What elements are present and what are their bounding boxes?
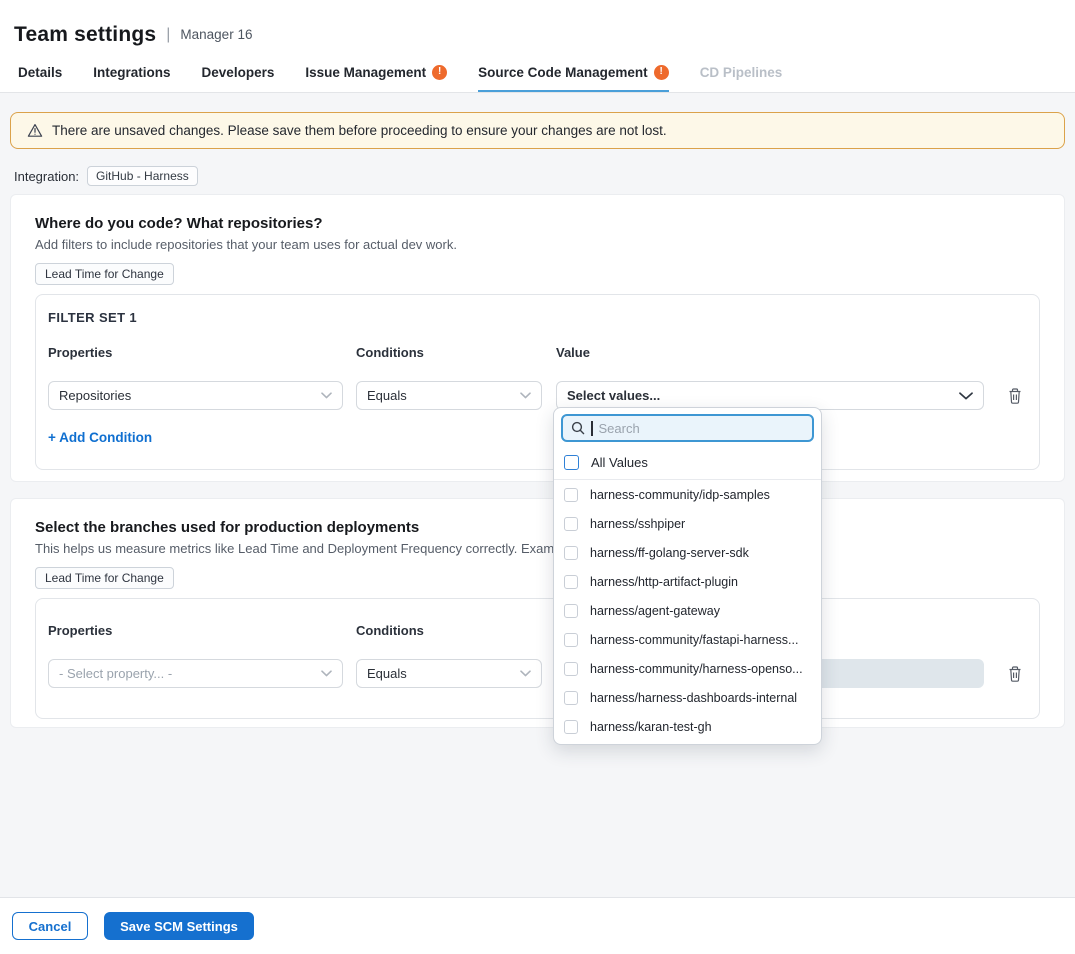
select-all-label: All Values bbox=[591, 455, 648, 470]
tab-label: Issue Management bbox=[305, 65, 426, 80]
checkbox[interactable] bbox=[564, 575, 578, 589]
tab-label: Developers bbox=[202, 65, 275, 80]
tab-issue-management[interactable]: Issue Management ! bbox=[305, 55, 447, 92]
tab-label: CD Pipelines bbox=[700, 65, 783, 80]
lead-time-chip: Lead Time for Change bbox=[35, 567, 174, 589]
tab-bar: Details Integrations Developers Issue Ma… bbox=[0, 55, 1075, 93]
properties-select-placeholder: - Select property... - bbox=[59, 666, 172, 681]
dropdown-option[interactable]: harness/sshpiper bbox=[554, 509, 821, 538]
conditions-select-value: Equals bbox=[367, 388, 407, 403]
properties-select[interactable]: Repositories bbox=[48, 381, 343, 410]
save-scm-settings-button[interactable]: Save SCM Settings bbox=[104, 912, 254, 940]
banner-text: There are unsaved changes. Please save t… bbox=[52, 123, 667, 138]
conditions-select[interactable]: Equals bbox=[356, 659, 542, 688]
warning-badge-icon: ! bbox=[654, 65, 669, 80]
properties-select-value: Repositories bbox=[59, 388, 131, 403]
title-separator: | bbox=[166, 26, 170, 44]
dropdown-option[interactable]: harness/ff-golang-server-sdk bbox=[554, 538, 821, 567]
properties-label: Properties bbox=[48, 345, 343, 360]
value-multiselect[interactable]: Select values... bbox=[556, 381, 984, 410]
checkbox[interactable] bbox=[564, 488, 578, 502]
tab-integrations[interactable]: Integrations bbox=[93, 55, 170, 92]
chevron-down-icon bbox=[520, 670, 531, 677]
add-condition-button[interactable]: + Add Condition bbox=[48, 430, 152, 445]
search-placeholder: Search bbox=[599, 421, 640, 436]
dropdown-option[interactable]: harness-community/idp-samples bbox=[554, 480, 821, 509]
dropdown-search-input[interactable]: Search bbox=[561, 414, 814, 442]
tab-developers[interactable]: Developers bbox=[202, 55, 275, 92]
select-all-option[interactable]: All Values bbox=[554, 447, 821, 480]
unsaved-changes-banner: There are unsaved changes. Please save t… bbox=[10, 112, 1065, 149]
tab-details[interactable]: Details bbox=[18, 55, 62, 92]
main-content: There are unsaved changes. Please save t… bbox=[0, 93, 1075, 897]
checkbox[interactable] bbox=[564, 455, 579, 470]
checkbox[interactable] bbox=[564, 662, 578, 676]
cancel-button[interactable]: Cancel bbox=[12, 912, 88, 940]
branches-filter-set: Properties Conditions - Select property.… bbox=[35, 598, 1040, 719]
filter-set-label: FILTER SET 1 bbox=[48, 310, 1027, 325]
chevron-down-icon bbox=[959, 392, 973, 400]
checkbox[interactable] bbox=[564, 546, 578, 560]
repositories-section: Where do you code? What repositories? Ad… bbox=[10, 194, 1065, 482]
team-settings-page: Team settings | Manager 16 Details Integ… bbox=[0, 0, 1075, 954]
chevron-down-icon bbox=[520, 392, 531, 399]
conditions-label: Conditions bbox=[356, 345, 542, 360]
trash-icon bbox=[1007, 387, 1023, 405]
footer-action-bar: Cancel Save SCM Settings bbox=[0, 897, 1075, 954]
filter-labels-row: Properties Conditions Value bbox=[48, 345, 1027, 360]
integration-row: Integration: GitHub - Harness bbox=[14, 166, 1065, 186]
filter-set-1: FILTER SET 1 Properties Conditions Value… bbox=[35, 294, 1040, 470]
section-subtitle: Add filters to include repositories that… bbox=[35, 237, 1040, 252]
tab-source-code-management[interactable]: Source Code Management ! bbox=[478, 55, 669, 92]
section-title: Where do you code? What repositories? bbox=[35, 215, 1040, 232]
section-subtitle: This helps us measure metrics like Lead … bbox=[35, 541, 1040, 556]
filter-fields-row: Repositories Equals Select values... bbox=[48, 381, 1027, 410]
tab-cd-pipelines: CD Pipelines bbox=[700, 55, 783, 92]
dropdown-option[interactable]: harness-community/fastapi-harness... bbox=[554, 625, 821, 654]
dropdown-option[interactable]: harness/agent-gateway bbox=[554, 596, 821, 625]
properties-select[interactable]: - Select property... - bbox=[48, 659, 343, 688]
lead-time-chip: Lead Time for Change bbox=[35, 263, 174, 285]
conditions-select-value: Equals bbox=[367, 666, 407, 681]
checkbox[interactable] bbox=[564, 691, 578, 705]
delete-filter-button[interactable] bbox=[1005, 385, 1025, 407]
checkbox[interactable] bbox=[564, 720, 578, 734]
page-title: Team settings bbox=[14, 23, 156, 47]
chevron-down-icon bbox=[321, 392, 332, 399]
dropdown-option[interactable]: harness/karan-test-gh bbox=[554, 712, 821, 741]
branches-section: Select the branches used for production … bbox=[10, 498, 1065, 728]
integration-label: Integration: bbox=[14, 169, 79, 184]
dropdown-option[interactable]: harness/harness-dashboards-internal bbox=[554, 683, 821, 712]
warning-triangle-icon bbox=[27, 123, 43, 138]
value-dropdown-panel: Search All Values harness-community/idp-… bbox=[553, 407, 822, 745]
conditions-label: Conditions bbox=[356, 623, 542, 638]
tab-label: Integrations bbox=[93, 65, 170, 80]
warning-badge-icon: ! bbox=[432, 65, 447, 80]
value-label: Value bbox=[556, 345, 984, 360]
properties-label: Properties bbox=[48, 623, 343, 638]
dropdown-option-clipped[interactable]: harness/... bbox=[554, 741, 821, 745]
delete-filter-button[interactable] bbox=[1005, 663, 1025, 685]
value-select-placeholder: Select values... bbox=[567, 388, 660, 403]
checkbox[interactable] bbox=[564, 633, 578, 647]
search-icon bbox=[571, 421, 585, 435]
tab-label: Source Code Management bbox=[478, 65, 648, 80]
trash-icon bbox=[1007, 665, 1023, 683]
dropdown-option[interactable]: harness/http-artifact-plugin bbox=[554, 567, 821, 596]
integration-chip[interactable]: GitHub - Harness bbox=[87, 166, 198, 186]
section-title: Select the branches used for production … bbox=[35, 519, 1040, 536]
tab-label: Details bbox=[18, 65, 62, 80]
filter-labels-row: Properties Conditions bbox=[48, 623, 1027, 638]
checkbox[interactable] bbox=[564, 604, 578, 618]
filter-fields-row: - Select property... - Equals bbox=[48, 659, 1027, 688]
text-cursor bbox=[591, 421, 593, 436]
page-subtitle: Manager 16 bbox=[180, 27, 252, 42]
conditions-select[interactable]: Equals bbox=[356, 381, 542, 410]
dropdown-option[interactable]: harness-community/harness-openso... bbox=[554, 654, 821, 683]
checkbox[interactable] bbox=[564, 517, 578, 531]
page-header: Team settings | Manager 16 bbox=[0, 0, 1075, 55]
chevron-down-icon bbox=[321, 670, 332, 677]
